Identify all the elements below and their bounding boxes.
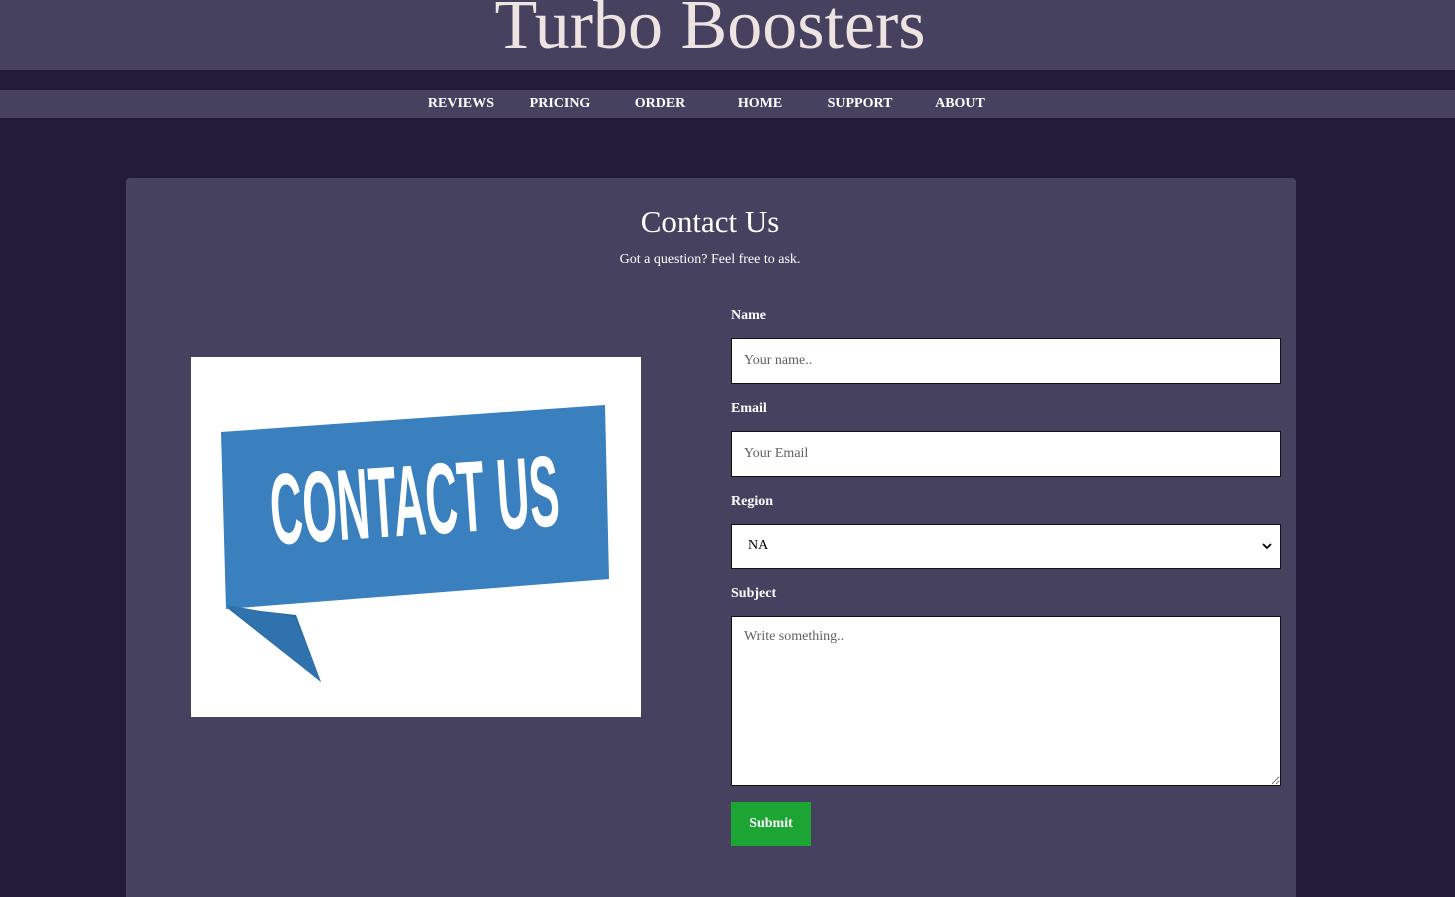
email-label: Email bbox=[731, 401, 767, 416]
nav-item-about[interactable]: ABOUT bbox=[910, 90, 1010, 118]
nav-item-pricing[interactable]: PRICING bbox=[510, 90, 610, 118]
region-select[interactable]: NA bbox=[731, 524, 1281, 569]
page-subtitle: Got a question? Feel free to ask. bbox=[619, 252, 801, 267]
chevron-down-icon bbox=[1262, 543, 1272, 550]
contact-us-image: CONTACT US bbox=[191, 357, 641, 717]
site-header: Turbo Boosters bbox=[0, 0, 1455, 70]
contact-banner-text: CONTACT US bbox=[266, 434, 562, 567]
contact-card: Contact Us Got a question? Feel free to … bbox=[126, 178, 1296, 897]
subject-textarea[interactable] bbox=[731, 616, 1281, 786]
nav-item-home[interactable]: HOME bbox=[710, 90, 810, 118]
name-label: Name bbox=[731, 308, 766, 323]
nav-item-order[interactable]: ORDER bbox=[610, 90, 710, 118]
contact-banner-graphic: CONTACT US bbox=[221, 405, 609, 682]
submit-button[interactable]: Submit bbox=[731, 802, 811, 846]
subject-label: Subject bbox=[731, 586, 777, 601]
main-nav: REVIEWS PRICING ORDER HOME SUPPORT ABOUT bbox=[0, 90, 1455, 118]
region-selected-value: NA bbox=[748, 538, 769, 553]
nav-item-support[interactable]: SUPPORT bbox=[810, 90, 910, 118]
name-input[interactable] bbox=[731, 338, 1281, 384]
email-input[interactable] bbox=[731, 431, 1281, 477]
region-label: Region bbox=[731, 494, 773, 509]
page-title: Contact Us bbox=[640, 204, 780, 239]
nav-item-reviews[interactable]: REVIEWS bbox=[411, 90, 511, 118]
site-title: Turbo Boosters bbox=[494, 0, 926, 64]
